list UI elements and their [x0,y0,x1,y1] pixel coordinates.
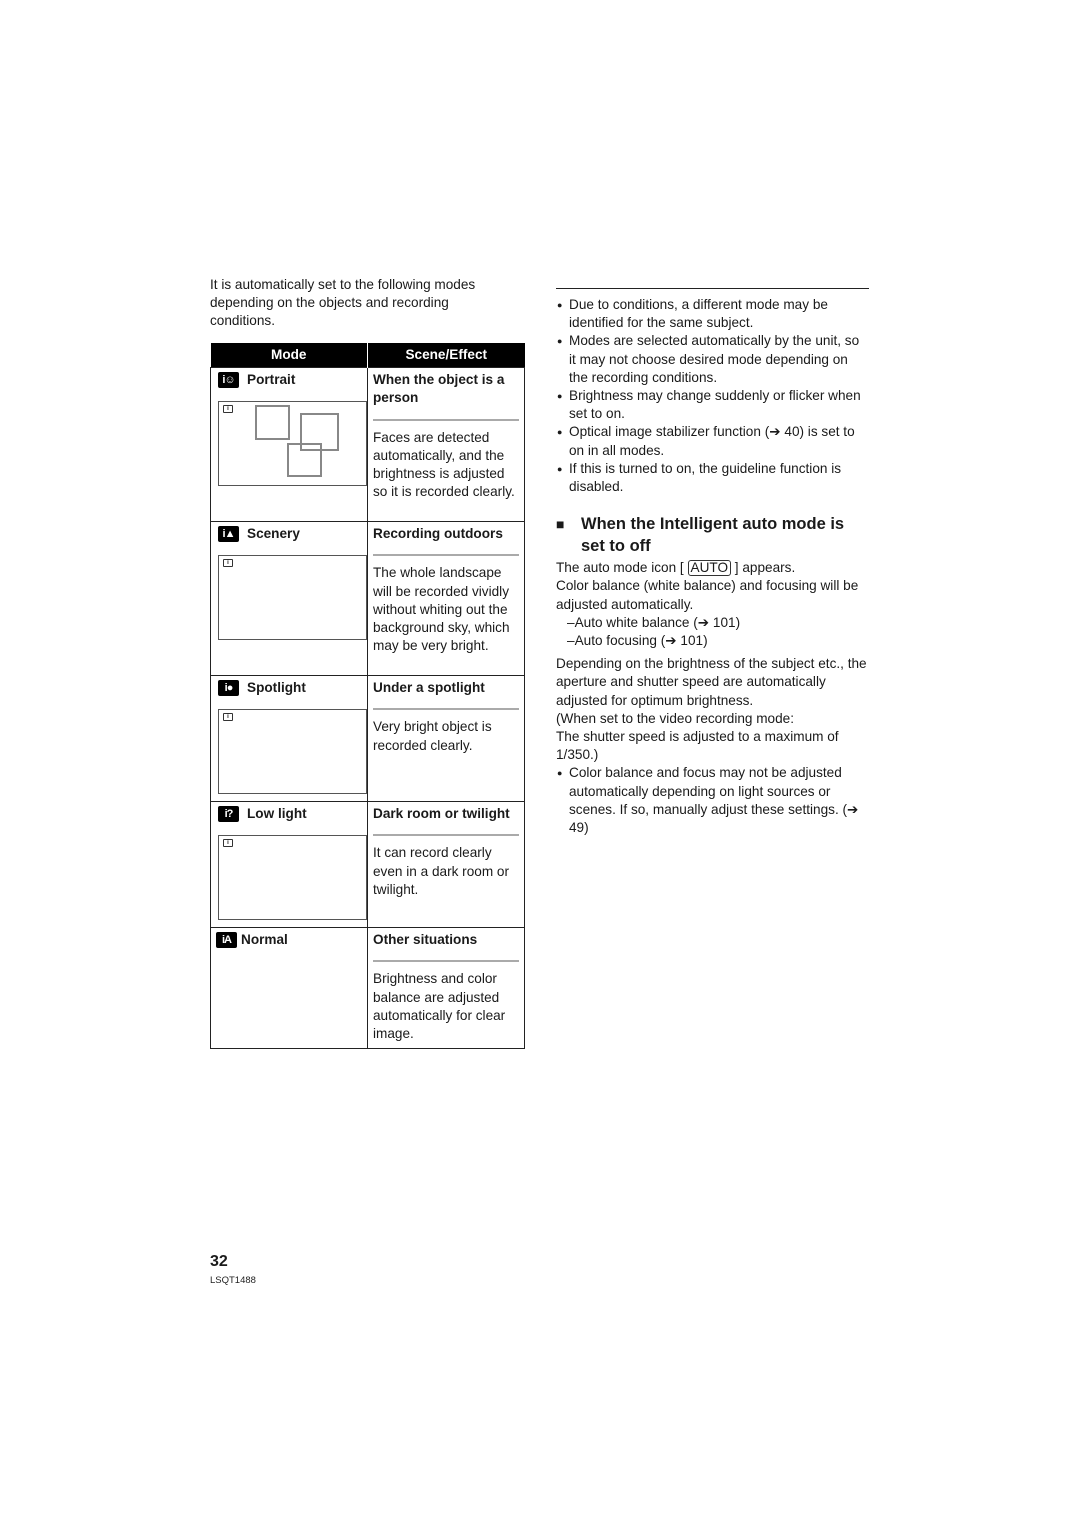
scene-description: Very bright object is recorded clearly. [373,719,492,753]
separator [373,418,519,421]
bullet-icon: ● [557,768,563,779]
note-item: ● Color balance and focus may not be adju… [556,764,869,837]
bullet-icon: ● [557,463,563,474]
portrait-thumbnail: i [218,401,367,487]
spotlight-mode-icon: i● [218,680,239,697]
scene-cell: When the object is a person Faces are de… [367,367,525,523]
scene-cell: Other situations Brightness and color ba… [367,927,525,1050]
paragraph: Depending on the brightness of the subje… [556,656,867,708]
divider [556,288,869,289]
separator [373,834,519,837]
dash-item: –Auto white balance (➔ 101) [567,614,741,630]
scene-title: Dark room or twilight [373,806,510,822]
intro-text: It is automatically set to the following… [210,277,476,329]
face-detection-box [255,405,290,441]
section-heading: ■ When the Intelligent auto mode is set … [556,515,845,556]
scene-title: When the object is a person [373,372,505,406]
paragraph: (When set to the video recording mode: [556,710,795,726]
face-detection-box [287,443,322,478]
note-item: ● Due to conditions, a different mode may… [556,296,869,332]
scene-description: It can record clearly even in a dark roo… [373,845,510,897]
portrait-small-icon: i [223,405,233,414]
bullet-icon: ● [557,391,563,402]
table-row: iA Normal Other situations Brightness and… [210,927,525,1050]
left-column: It is automatically set to the following… [210,276,525,1050]
mode-cell: iA Normal [210,927,368,1050]
auto-mode-icon: AUTO [687,560,732,577]
document-code: LSQT1488 [210,1275,256,1286]
separator [373,554,519,557]
dash-item: –Auto focusing (➔ 101) [567,633,708,649]
table-row: i? Low light i Dark room or twilight It c… [210,801,525,929]
table-row: i☺ Portrait i When the object is a person… [210,367,525,523]
table-header-row: Mode Scene/Effect [210,342,525,368]
bullet-icon: ● [557,300,563,310]
spotlight-small-icon: i [223,713,233,722]
low-light-mode-icon: i? [218,806,239,823]
mode-cell: i● Spotlight i [210,675,368,803]
table-row: i▲ Scenery i Recording outdoors The whole… [210,521,525,677]
note-item: ● Optical image stabilizer function (➔ 40… [556,423,869,459]
mode-name: Portrait [247,372,296,388]
mode-cell: i☺ Portrait i [210,367,368,523]
separator [373,708,519,711]
header-scene-effect: Scene/Effect [367,342,525,368]
note-item: ● If this is turned to on, the guideline … [556,460,869,496]
note-item: ● Brightness may change suddenly or flick… [556,387,869,423]
note-item: ● Modes are selected automatically by the… [556,332,869,387]
scene-description: The whole landscape will be recorded viv… [373,565,510,654]
mode-name: Low light [247,806,307,822]
mode-cell: i? Low light i [210,801,368,929]
right-column: ● Due to conditions, a different mode may… [556,288,869,837]
scene-title: Under a spotlight [373,680,485,696]
low-light-thumbnail: i [218,835,367,921]
mode-cell: i▲ Scenery i [210,521,368,677]
scene-cell: Dark room or twilight It can record clea… [367,801,525,929]
auto-icon-line: The auto mode icon [ AUTO ] appears. [556,560,796,577]
header-mode: Mode [210,342,368,368]
scene-title: Recording outdoors [373,526,503,542]
scenery-small-icon: i [223,559,233,568]
page-number: 32 [210,1253,228,1270]
normal-mode-icon: iA [216,932,237,949]
bullet-icon: ● [557,427,563,438]
paragraph: Color balance (white balance) and focusi… [556,578,859,612]
scenery-mode-icon: i▲ [218,526,239,543]
table-row: i● Spotlight i Under a spotlight Very bri… [210,675,525,803]
paragraph: The shutter speed is adjusted to a maxim… [556,729,839,763]
square-bullet-icon: ■ [556,516,565,533]
scene-cell: Recording outdoors The whole landscape w… [367,521,525,677]
mode-table: Mode Scene/Effect i☺ Portrait i When the … [210,342,525,1050]
scene-description: Brightness and color balance are adjuste… [373,971,506,1041]
spotlight-thumbnail: i [218,709,367,795]
mode-name: Normal [241,932,288,948]
separator [373,960,519,963]
low-light-small-icon: i [223,839,233,848]
scenery-thumbnail: i [218,555,367,641]
mode-name: Spotlight [247,680,306,696]
mode-name: Scenery [247,526,300,542]
portrait-mode-icon: i☺ [218,372,239,389]
bullet-icon: ● [557,336,563,347]
scene-cell: Under a spotlight Very bright object is … [367,675,525,803]
scene-title: Other situations [373,932,478,948]
scene-description: Faces are detected automatically, and th… [373,429,515,500]
